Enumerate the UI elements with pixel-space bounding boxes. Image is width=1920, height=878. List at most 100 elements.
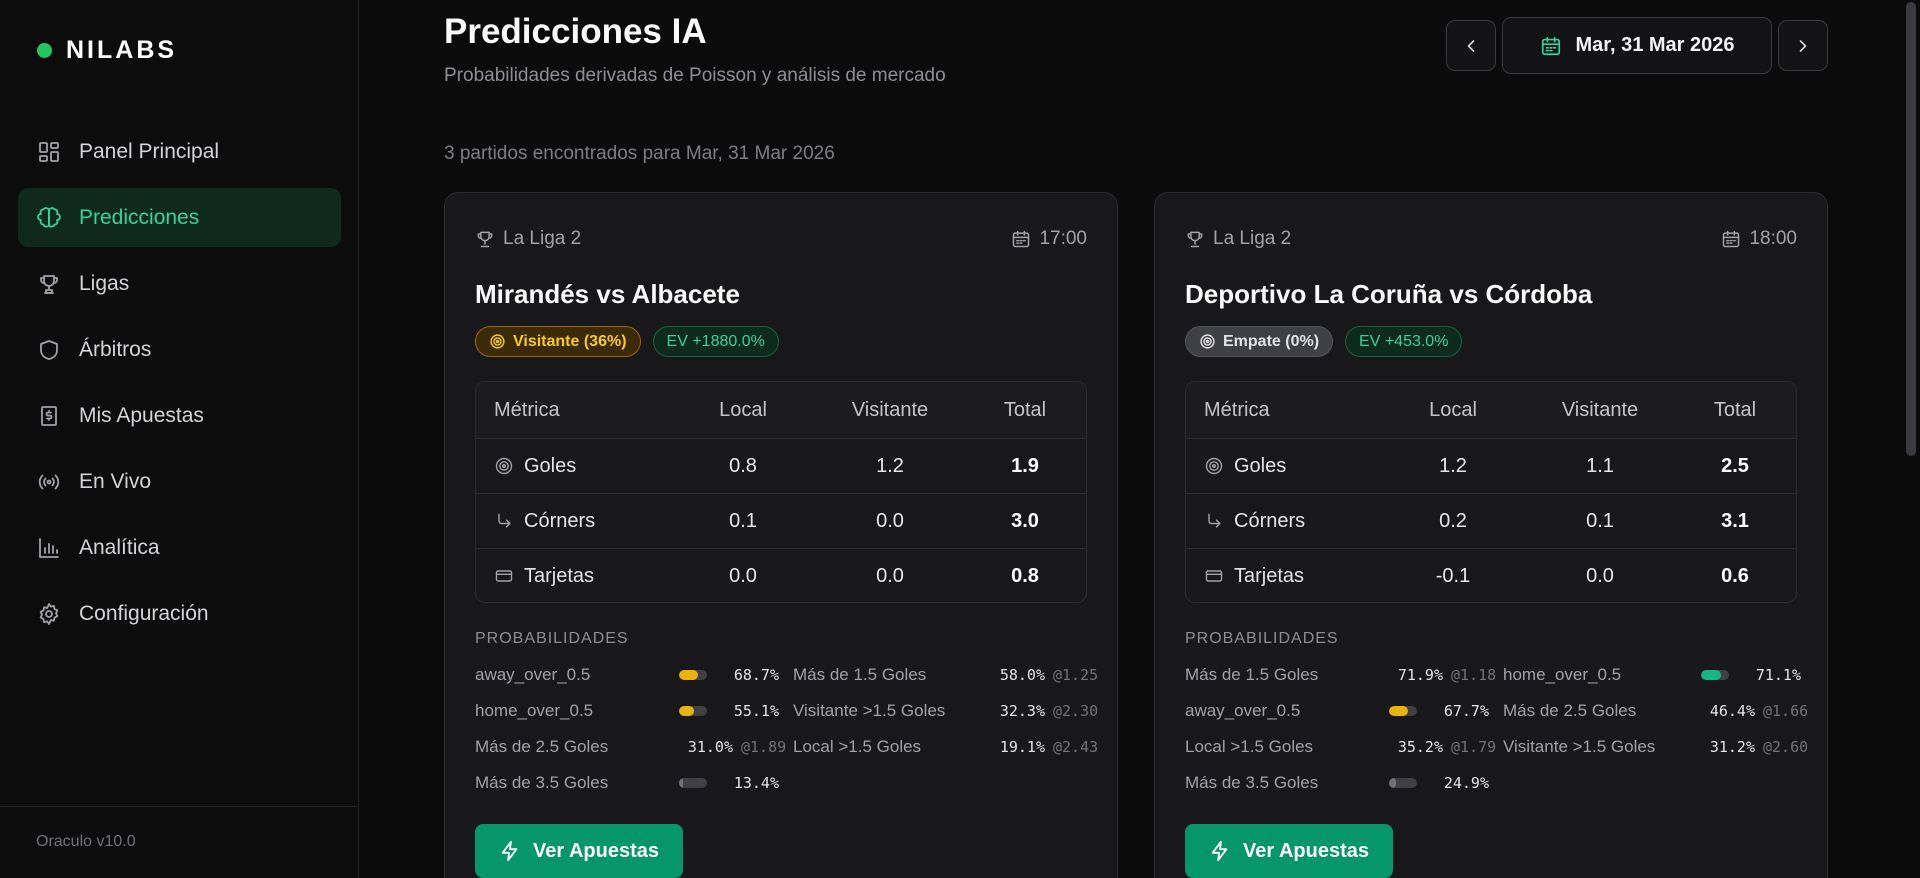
sidebar-item-en-vivo[interactable]: En Vivo [18,452,341,511]
page-scrollbar[interactable] [1902,0,1920,878]
probability-label: Visitante >1.5 Goles [1503,737,1656,756]
probability-bar [1389,706,1417,716]
ver-apuestas-label: Ver Apuestas [533,839,659,862]
chevron-left-icon [1467,39,1475,52]
chevron-right-icon [1799,39,1807,52]
probability-label: Más de 3.5 Goles [1185,773,1319,792]
probability-bar [679,706,707,716]
probability-value: 71.9% [1397,666,1443,684]
metrics-table: Métrica Local Visitante Total Goles 1.2 … [1185,381,1797,603]
column-header: Visitante [1561,398,1639,421]
probability-bar-fill [679,778,683,788]
metric-local: 0.0 [729,564,757,587]
ev-badge: EV +453.0% [1345,326,1463,357]
column-header: Total [1713,398,1757,421]
brain-icon [37,206,61,227]
metric-local: 0.2 [1439,509,1467,532]
corner-arrow-icon [1208,513,1221,528]
probability-odds: @2.60 [1763,738,1809,756]
metric-visitante: 1.2 [876,454,904,477]
column-header: Local [1429,398,1477,421]
metrics-table: Métrica Local Visitante Total Goles 0.8 … [475,381,1087,603]
sidebar: NILABS Panel Principal Predicciones Liga… [0,0,359,878]
probability-value: 32.3% [999,702,1045,720]
probability-label: Más de 3.5 Goles [475,773,609,792]
date-label: Mar, 31 Mar 2026 [1575,34,1735,56]
receipt-dollar-icon [41,405,57,426]
prev-date-button[interactable] [1446,20,1496,71]
probabilities-title: PROBABILIDADES [1185,630,1339,647]
probability-label: Más de 1.5 Goles [1185,665,1319,684]
card-icon [495,570,513,582]
ev-badge: EV +1880.0% [652,326,779,357]
column-header: Visitante [851,398,929,421]
date-picker-button[interactable]: Mar, 31 Mar 2026 [1502,17,1772,74]
pick-badge: Empate (0%) [1185,326,1334,357]
probability-label: home_over_0.5 [1503,665,1622,684]
metrics-header-row: Métrica Local Visitante Total [1186,382,1796,438]
match-card: La Liga 2 17:00 Mirandés vs Albacete Vis… [444,192,1118,878]
trophy-icon [477,231,493,248]
probability-label: away_over_0.5 [475,665,591,684]
probability-label: Local >1.5 Goles [1185,737,1314,756]
gear-icon [39,602,59,625]
probability-value: 31.0% [687,738,733,756]
probability-value: 24.9% [1443,774,1489,792]
broadcast-icon [38,474,60,489]
probability-label: Más de 2.5 Goles [1503,701,1637,720]
date-navigator: Mar, 31 Mar 2026 [1446,17,1828,74]
sidebar-item-analitica[interactable]: Analítica [18,518,341,577]
match-time: 18:00 [1749,228,1797,249]
sidebar-item-label: Mis Apuestas [79,403,204,427]
brand-name: NILABS [66,36,178,64]
probability-value: 13.4% [733,774,779,792]
probabilities-grid: Más de 1.5 Goles 71.9% @1.18 home_over_0.5 7… [1185,657,1815,801]
metric-name: Córners [524,509,596,532]
probability-label: Más de 2.5 Goles [475,737,609,756]
target-icon [490,334,505,349]
probability-value: 35.2% [1397,738,1443,756]
sidebar-item-panel-principal[interactable]: Panel Principal [18,122,341,181]
probability-value: 67.7% [1443,702,1489,720]
scrollbar-thumb[interactable] [1906,2,1916,456]
metric-name: Goles [524,454,577,477]
sidebar-item-configuracion[interactable]: Configuración [18,584,341,643]
shield-icon [40,339,58,360]
probability-bar-fill [1389,778,1396,788]
probability-item: Visitante >1.5 Goles 32.3% @2.30 [793,693,1105,729]
probability-value: 19.1% [999,738,1045,756]
table-row: Córners 0.1 0.0 3.0 [476,493,1086,548]
results-count-text: 3 partidos encontrados para Mar, 31 Mar … [444,143,835,164]
metric-name: Tarjetas [524,564,595,587]
prediction-badges: Visitante (36%) EV +1880.0% [475,326,779,357]
probability-item: home_over_0.5 71.1% [1503,657,1815,693]
sidebar-item-predicciones[interactable]: Predicciones [18,188,341,247]
probability-odds: @2.43 [1053,738,1099,756]
target-icon [495,457,513,475]
metrics-header-row: Métrica Local Visitante Total [476,382,1086,438]
probabilities-title: PROBABILIDADES [475,630,629,647]
metric-total: 0.6 [1721,564,1749,587]
ver-apuestas-label: Ver Apuestas [1243,839,1369,862]
sidebar-item-mis-apuestas[interactable]: Mis Apuestas [18,386,341,445]
probability-value: 55.1% [733,702,779,720]
target-icon [1205,457,1223,475]
metric-name: Goles [1234,454,1287,477]
brand-logo[interactable]: NILABS [37,36,177,65]
next-date-button[interactable] [1778,20,1828,71]
sidebar-item-arbitros[interactable]: Árbitros [18,320,341,379]
table-row: Tarjetas -0.1 0.0 0.6 [1186,548,1796,602]
metric-total: 3.1 [1721,509,1749,532]
sidebar-nav: Panel Principal Predicciones Ligas Árbit… [18,122,341,650]
probability-bar-fill [679,670,699,680]
probability-odds: @1.66 [1763,702,1809,720]
ver-apuestas-button[interactable]: Ver Apuestas [475,824,683,878]
lightning-icon [1211,840,1228,862]
page-title: Predicciones IA [444,12,707,51]
sidebar-item-ligas[interactable]: Ligas [18,254,341,313]
column-header: Total [1003,398,1047,421]
probability-value: 58.0% [999,666,1045,684]
ver-apuestas-button[interactable]: Ver Apuestas [1185,824,1393,878]
probability-item: Local >1.5 Goles 19.1% @2.43 [793,729,1105,765]
probability-label: Local >1.5 Goles [793,737,922,756]
